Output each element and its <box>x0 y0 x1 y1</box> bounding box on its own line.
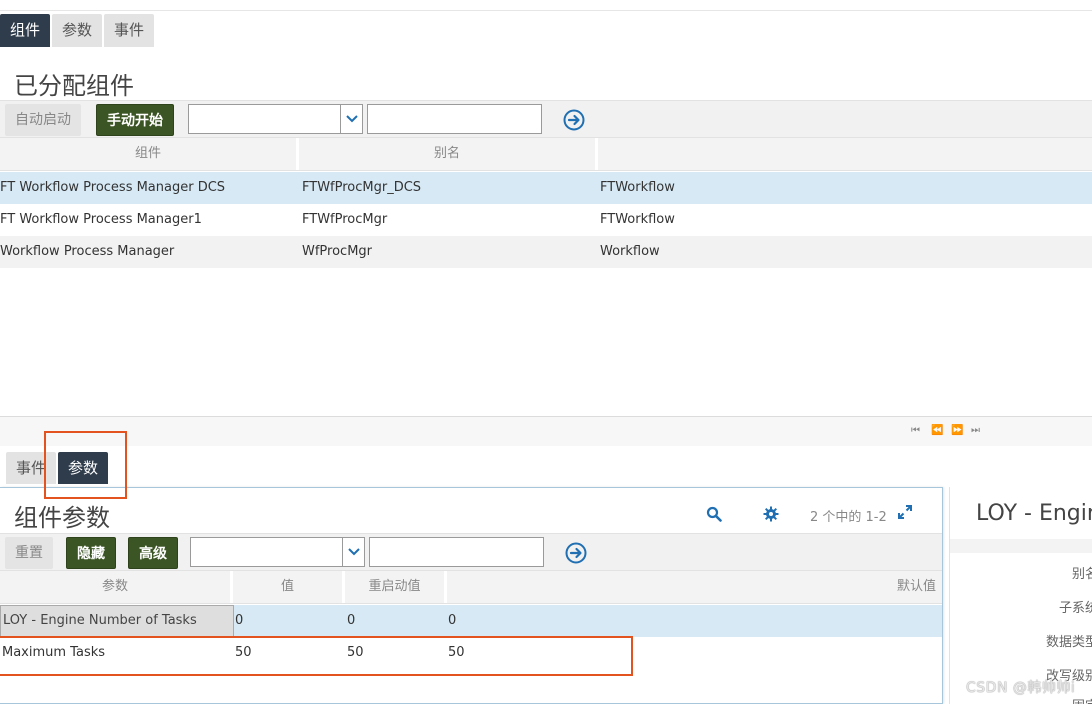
next-page-icon[interactable]: ⏩ <box>951 425 963 436</box>
manual-start-button[interactable]: 手动开始 <box>96 104 174 136</box>
prev-page-icon[interactable]: ⏪ <box>931 425 943 436</box>
highlight-box-maximum-tasks-row <box>0 636 633 676</box>
detail-label-alias: 别名 <box>1071 567 1092 582</box>
cell-value: 0 <box>235 613 244 628</box>
cell-component: Workflow Process Manager <box>0 244 175 259</box>
column-header-value[interactable]: 值 <box>233 571 345 603</box>
cell-group: FTWorkflow <box>600 180 675 195</box>
top-divider <box>0 10 1092 11</box>
params-toolbar: 重置 隐藏 高级 <box>0 533 942 571</box>
cell-component: FT Workflow Process Manager DCS <box>0 180 226 195</box>
assigned-toolbar: 自动启动 手动开始 <box>0 100 1092 138</box>
record-count: 2 个中的 1-2 <box>810 510 887 525</box>
params-field-select[interactable] <box>190 537 365 567</box>
assigned-field-select[interactable] <box>188 104 363 134</box>
cell-alias: FTWfProcMgr_DCS <box>302 180 422 195</box>
cell-group: Workflow <box>600 244 660 259</box>
search-icon[interactable] <box>706 506 722 522</box>
gear-icon[interactable] <box>763 506 779 522</box>
component-parameters-title: 组件参数 <box>14 504 110 532</box>
params-grid-header: 参数 值 重启动值 默认值 <box>0 571 942 604</box>
assigned-grid-header: 组件 别名 <box>0 138 1092 171</box>
cell-default-value: 0 <box>448 613 457 628</box>
first-page-icon[interactable]: ⏮ <box>911 425 920 436</box>
column-header-default-value[interactable]: 默认值 <box>447 571 942 603</box>
assigned-pager: ⏮ ⏪ ⏩ ⏭ <box>0 416 1092 446</box>
column-header-alias[interactable]: 别名 <box>299 138 598 170</box>
params-search-input[interactable] <box>369 537 544 567</box>
chevron-down-icon[interactable] <box>342 538 364 566</box>
tab-events[interactable]: 事件 <box>104 14 155 47</box>
last-page-icon[interactable]: ⏭ <box>971 425 980 436</box>
column-header-parameter[interactable]: 参数 <box>0 571 233 603</box>
highlight-box-params-tab <box>44 431 127 499</box>
cell-restart-value: 0 <box>347 613 356 628</box>
advanced-button[interactable]: 高级 <box>128 537 178 569</box>
watermark: CSDN @韩帅帅i <box>966 680 1076 696</box>
assigned-search-input[interactable] <box>367 104 542 134</box>
chevron-down-icon[interactable] <box>340 105 362 133</box>
column-header-group[interactable] <box>598 138 1092 170</box>
table-row[interactable]: Workflow Process Manager WfProcMgr Workf… <box>0 236 1092 268</box>
go-arrow-icon[interactable] <box>563 109 585 131</box>
cell-component: FT Workflow Process Manager1 <box>0 212 202 227</box>
cell-alias: WfProcMgr <box>302 244 373 259</box>
cell-alias: FTWfProcMgr <box>302 212 388 227</box>
parameter-detail-panel: LOY - Engine 别名 子系统 数据类型 改写级别 固定 <box>949 487 1092 704</box>
tab-parameters[interactable]: 参数 <box>52 14 103 47</box>
reset-button[interactable]: 重置 <box>5 537 53 569</box>
tab-components[interactable]: 组件 <box>0 14 51 47</box>
detail-band <box>950 539 1092 553</box>
table-row[interactable]: FT Workflow Process Manager1 FTWfProcMgr… <box>0 204 1092 236</box>
hide-button[interactable]: 隐藏 <box>66 537 116 569</box>
go-arrow-icon[interactable] <box>565 542 587 564</box>
column-header-restart-value[interactable]: 重启动值 <box>345 571 447 603</box>
detail-title: LOY - Engine <box>976 501 1092 526</box>
column-header-component[interactable]: 组件 <box>0 138 299 170</box>
detail-label-data-type: 数据类型 <box>1045 635 1092 650</box>
table-row[interactable]: LOY - Engine Number of Tasks 0 0 0 <box>0 605 942 637</box>
cell-parameter[interactable]: LOY - Engine Number of Tasks <box>0 605 234 637</box>
auto-start-button[interactable]: 自动启动 <box>5 104 81 136</box>
detail-label-subsystem: 子系统 <box>1058 601 1092 616</box>
table-row[interactable]: FT Workflow Process Manager DCS FTWfProc… <box>0 172 1092 204</box>
cell-group: FTWorkflow <box>600 212 675 227</box>
expand-icon[interactable] <box>898 505 912 519</box>
assigned-components-title: 已分配组件 <box>14 72 134 100</box>
top-tab-bar: 组件 参数 事件 <box>0 14 156 47</box>
